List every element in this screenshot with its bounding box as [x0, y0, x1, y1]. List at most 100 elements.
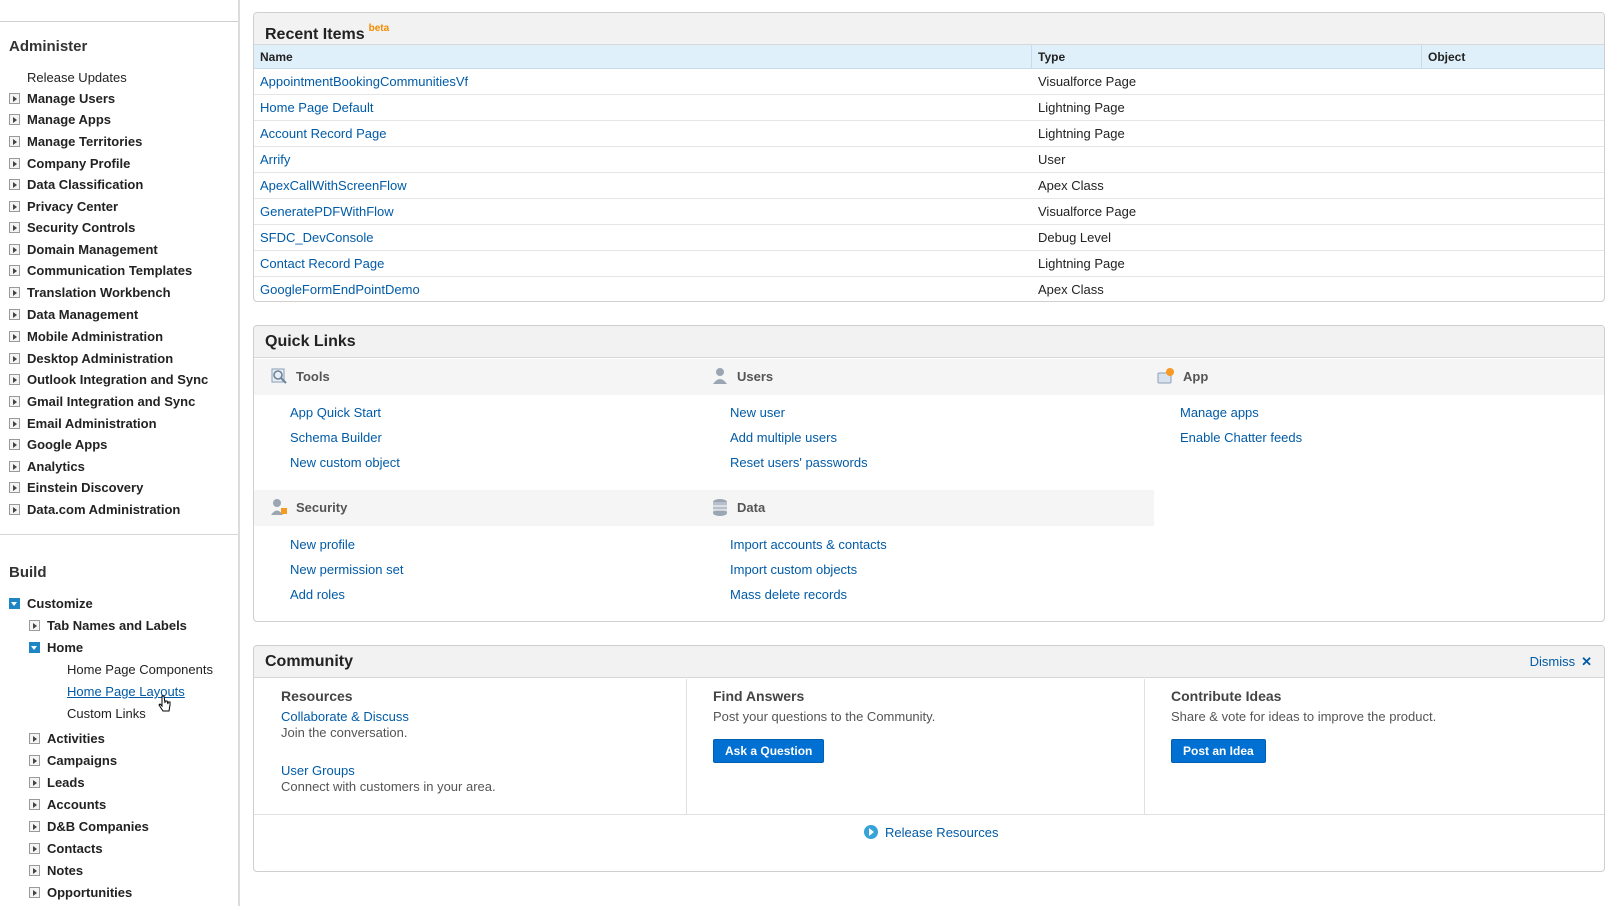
- quick-link-reset-passwords[interactable]: Reset users' passwords: [730, 455, 868, 470]
- sidebar-item-data-classification[interactable]: Data Classification: [9, 176, 143, 194]
- sidebar-item-release-updates[interactable]: Release Updates: [27, 69, 127, 87]
- quick-link-new-user[interactable]: New user: [730, 405, 785, 420]
- expand-icon[interactable]: [29, 755, 40, 766]
- sidebar-item-custom-links[interactable]: Custom Links: [67, 705, 146, 723]
- recent-item-link[interactable]: Contact Record Page: [260, 251, 384, 277]
- user-groups-link[interactable]: User Groups: [281, 763, 355, 778]
- expand-icon[interactable]: [9, 244, 20, 255]
- quick-link-mass-delete[interactable]: Mass delete records: [730, 587, 847, 602]
- recent-item-link[interactable]: AppointmentBookingCommunitiesVf: [260, 69, 468, 95]
- release-resources-link[interactable]: Release Resources: [864, 825, 998, 840]
- post-idea-button[interactable]: Post an Idea: [1171, 739, 1266, 763]
- recent-item-link[interactable]: Account Record Page: [260, 121, 386, 147]
- expand-icon[interactable]: [9, 114, 20, 125]
- expand-icon[interactable]: [29, 733, 40, 744]
- sidebar-item-accounts[interactable]: Accounts: [29, 796, 106, 814]
- quick-link-new-profile[interactable]: New profile: [290, 537, 355, 552]
- expand-icon[interactable]: [9, 158, 20, 169]
- sidebar-item-communication-templates[interactable]: Communication Templates: [9, 262, 192, 280]
- expand-icon[interactable]: [9, 93, 20, 104]
- column-header-object[interactable]: Object: [1428, 45, 1465, 69]
- sidebar-item-privacy-center[interactable]: Privacy Center: [9, 198, 118, 216]
- sidebar-item-customize[interactable]: Customize: [9, 595, 93, 613]
- quick-link-manage-apps[interactable]: Manage apps: [1180, 405, 1259, 420]
- recent-item-link[interactable]: Home Page Default: [260, 95, 373, 121]
- sidebar-item-domain-management[interactable]: Domain Management: [9, 241, 158, 259]
- sidebar-item-google-apps[interactable]: Google Apps: [9, 436, 107, 454]
- expand-icon[interactable]: [9, 482, 20, 493]
- sidebar-item-mobile-administration[interactable]: Mobile Administration: [9, 328, 163, 346]
- sidebar-item-analytics[interactable]: Analytics: [9, 458, 85, 476]
- quick-find-box[interactable]: [0, 0, 238, 22]
- expand-icon[interactable]: [9, 504, 20, 515]
- recent-item-link[interactable]: GoogleFormEndPointDemo: [260, 277, 420, 301]
- expand-icon[interactable]: [29, 620, 40, 631]
- recent-item-link[interactable]: GeneratePDFWithFlow: [260, 199, 394, 225]
- sidebar-item-manage-users[interactable]: Manage Users: [9, 90, 115, 108]
- expand-icon[interactable]: [9, 418, 20, 429]
- close-icon[interactable]: ✕: [1581, 654, 1592, 669]
- sidebar-item-gmail-integration[interactable]: Gmail Integration and Sync: [9, 393, 195, 411]
- ask-question-button[interactable]: Ask a Question: [713, 739, 825, 763]
- quick-link-schema-builder[interactable]: Schema Builder: [290, 430, 382, 445]
- quick-link-new-permission-set[interactable]: New permission set: [290, 562, 403, 577]
- quick-link-import-custom-objects[interactable]: Import custom objects: [730, 562, 857, 577]
- expand-icon[interactable]: [29, 865, 40, 876]
- sidebar-item-activities[interactable]: Activities: [29, 730, 105, 748]
- sidebar-item-campaigns[interactable]: Campaigns: [29, 752, 117, 770]
- sidebar-item-contacts[interactable]: Contacts: [29, 840, 103, 858]
- expand-icon[interactable]: [29, 821, 40, 832]
- recent-item-link[interactable]: SFDC_DevConsole: [260, 225, 373, 251]
- quick-link-enable-chatter[interactable]: Enable Chatter feeds: [1180, 430, 1302, 445]
- expand-icon[interactable]: [9, 136, 20, 147]
- collaborate-discuss-link[interactable]: Collaborate & Discuss: [281, 709, 409, 724]
- sidebar-item-desktop-administration[interactable]: Desktop Administration: [9, 350, 173, 368]
- expand-icon[interactable]: [9, 439, 20, 450]
- sidebar-item-db-companies[interactable]: D&B Companies: [29, 818, 149, 836]
- expand-icon[interactable]: [29, 887, 40, 898]
- expand-icon[interactable]: [29, 843, 40, 854]
- expand-icon[interactable]: [9, 179, 20, 190]
- column-header-type[interactable]: Type: [1038, 45, 1065, 69]
- quick-link-add-roles[interactable]: Add roles: [290, 587, 345, 602]
- expand-icon[interactable]: [9, 374, 20, 385]
- recent-item-link[interactable]: ApexCallWithScreenFlow: [260, 173, 407, 199]
- sidebar-item-data-management[interactable]: Data Management: [9, 306, 138, 324]
- expand-icon[interactable]: [9, 396, 20, 407]
- expand-icon[interactable]: [29, 799, 40, 810]
- sidebar-item-notes[interactable]: Notes: [29, 862, 83, 880]
- sidebar-item-security-controls[interactable]: Security Controls: [9, 219, 135, 237]
- sidebar-item-leads[interactable]: Leads: [29, 774, 85, 792]
- expand-icon[interactable]: [9, 201, 20, 212]
- quick-link-add-multiple-users[interactable]: Add multiple users: [730, 430, 837, 445]
- sidebar-item-einstein-discovery[interactable]: Einstein Discovery: [9, 479, 143, 497]
- quick-link-new-custom-object[interactable]: New custom object: [290, 455, 400, 470]
- recent-item-link[interactable]: Arrify: [260, 147, 290, 173]
- sidebar-item-company-profile[interactable]: Company Profile: [9, 155, 130, 173]
- sidebar-item-outlook-integration[interactable]: Outlook Integration and Sync: [9, 371, 208, 389]
- sidebar-item-manage-territories[interactable]: Manage Territories: [9, 133, 142, 151]
- sidebar-item-opportunities[interactable]: Opportunities: [29, 884, 132, 902]
- expand-icon[interactable]: [9, 331, 20, 342]
- expand-icon[interactable]: [9, 309, 20, 320]
- sidebar-item-tab-names-labels[interactable]: Tab Names and Labels: [29, 617, 187, 635]
- expand-icon[interactable]: [9, 461, 20, 472]
- expand-icon[interactable]: [29, 777, 40, 788]
- sidebar-item-home-page-components[interactable]: Home Page Components: [67, 661, 213, 679]
- sidebar-item-manage-apps[interactable]: Manage Apps: [9, 111, 111, 129]
- community-panel: Community Dismiss ✕ Resources Collaborate…: [253, 645, 1605, 872]
- expand-icon[interactable]: [9, 287, 20, 298]
- expand-icon[interactable]: [9, 222, 20, 233]
- collapse-icon[interactable]: [29, 642, 40, 653]
- collapse-icon[interactable]: [9, 598, 20, 609]
- sidebar-item-datacom-administration[interactable]: Data.com Administration: [9, 501, 180, 519]
- sidebar-item-email-administration[interactable]: Email Administration: [9, 415, 157, 433]
- expand-icon[interactable]: [9, 353, 20, 364]
- expand-icon[interactable]: [9, 265, 20, 276]
- column-header-name[interactable]: Name: [260, 45, 293, 69]
- quick-link-app-quick-start[interactable]: App Quick Start: [290, 405, 381, 420]
- sidebar-item-translation-workbench[interactable]: Translation Workbench: [9, 284, 171, 302]
- quick-link-import-accounts[interactable]: Import accounts & contacts: [730, 537, 887, 552]
- dismiss-button[interactable]: Dismiss ✕: [1530, 646, 1592, 678]
- sidebar-item-home[interactable]: Home: [29, 639, 83, 657]
